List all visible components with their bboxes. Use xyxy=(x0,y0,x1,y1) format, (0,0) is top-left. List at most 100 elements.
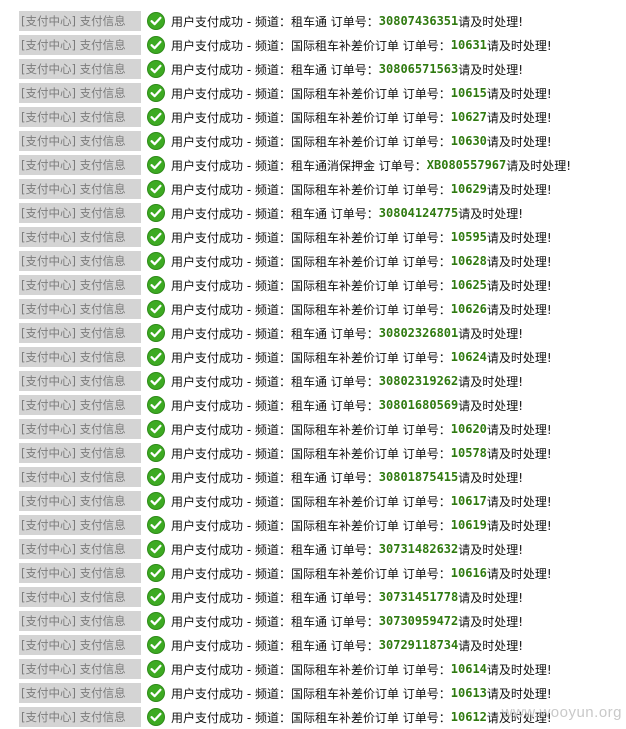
source-tag: [支付中心] 支付信息 xyxy=(19,707,141,727)
notification-suffix: 请及时处理! xyxy=(486,182,552,197)
notification-suffix: 请及时处理! xyxy=(486,446,552,461)
order-number: 30731482632 xyxy=(378,542,459,556)
notification-row: [支付中心] 支付信息 用户支付成功 - 频道：租车通 订单号： 307314826… xyxy=(0,537,626,561)
success-check-icon xyxy=(147,348,165,366)
order-number: 30801680569 xyxy=(378,398,459,412)
notification-suffix: 请及时处理! xyxy=(486,230,552,245)
success-check-icon xyxy=(147,708,165,726)
notification-message: 用户支付成功 - 频道：国际租车补差价订单 订单号： xyxy=(171,134,451,149)
order-number: 10628 xyxy=(450,254,487,268)
source-tag: [支付中心] 支付信息 xyxy=(19,587,141,607)
order-number: 10595 xyxy=(450,230,487,244)
notification-row: [支付中心] 支付信息 用户支付成功 - 频道：国际租车补差价订单 订单号： 106… xyxy=(0,177,626,201)
notification-message: 用户支付成功 - 频道：国际租车补差价订单 订单号： xyxy=(171,254,451,269)
success-check-icon xyxy=(147,444,165,462)
notification-row: [支付中心] 支付信息 用户支付成功 - 频道：租车通 订单号： 308041247… xyxy=(0,201,626,225)
source-tag: [支付中心] 支付信息 xyxy=(19,323,141,343)
order-number: 10615 xyxy=(450,86,487,100)
notification-row: [支付中心] 支付信息 用户支付成功 - 频道：租车通 订单号： 308016805… xyxy=(0,393,626,417)
notification-suffix: 请及时处理! xyxy=(458,542,524,557)
success-check-icon xyxy=(147,588,165,606)
source-tag: [支付中心] 支付信息 xyxy=(19,515,141,535)
source-tag: [支付中心] 支付信息 xyxy=(19,131,141,151)
success-check-icon xyxy=(147,132,165,150)
source-tag: [支付中心] 支付信息 xyxy=(19,107,141,127)
notification-message: 用户支付成功 - 频道：国际租车补差价订单 订单号： xyxy=(171,38,451,53)
order-number: 10629 xyxy=(450,182,487,196)
order-number: 10625 xyxy=(450,278,487,292)
notification-row: [支付中心] 支付信息 用户支付成功 - 频道：租车通 订单号： 308018754… xyxy=(0,465,626,489)
success-check-icon xyxy=(147,252,165,270)
notification-message: 用户支付成功 - 频道：国际租车补差价订单 订单号： xyxy=(171,350,451,365)
success-check-icon xyxy=(147,420,165,438)
order-number: 30802319262 xyxy=(378,374,459,388)
source-tag: [支付中心] 支付信息 xyxy=(19,467,141,487)
notification-message: 用户支付成功 - 频道：租车通 订单号： xyxy=(171,614,379,629)
notification-suffix: 请及时处理! xyxy=(458,470,524,485)
source-tag: [支付中心] 支付信息 xyxy=(19,203,141,223)
notification-suffix: 请及时处理! xyxy=(486,134,552,149)
notification-suffix: 请及时处理! xyxy=(486,566,552,581)
success-check-icon xyxy=(147,516,165,534)
success-check-icon xyxy=(147,396,165,414)
notification-message: 用户支付成功 - 频道：国际租车补差价订单 订单号： xyxy=(171,566,451,581)
notification-message: 用户支付成功 - 频道：国际租车补差价订单 订单号： xyxy=(171,518,451,533)
order-number: 10631 xyxy=(450,38,487,52)
notification-suffix: 请及时处理! xyxy=(486,662,552,677)
notification-message: 用户支付成功 - 频道：国际租车补差价订单 订单号： xyxy=(171,302,451,317)
success-check-icon xyxy=(147,372,165,390)
notification-message: 用户支付成功 - 频道：租车通 订单号： xyxy=(171,62,379,77)
source-tag: [支付中心] 支付信息 xyxy=(19,227,141,247)
notification-message: 用户支付成功 - 频道：国际租车补差价订单 订单号： xyxy=(171,686,451,701)
success-check-icon xyxy=(147,684,165,702)
notification-message: 用户支付成功 - 频道：租车通 订单号： xyxy=(171,206,379,221)
order-number: 30807436351 xyxy=(378,14,459,28)
notification-message: 用户支付成功 - 频道：国际租车补差价订单 订单号： xyxy=(171,86,451,101)
order-number: XB080557967 xyxy=(426,158,507,172)
notification-message: 用户支付成功 - 频道：租车通 订单号： xyxy=(171,398,379,413)
notification-message: 用户支付成功 - 频道：租车通 订单号： xyxy=(171,14,379,29)
order-number: 10624 xyxy=(450,350,487,364)
notification-row: [支付中心] 支付信息 用户支付成功 - 频道：租车通 订单号： 307291187… xyxy=(0,633,626,657)
source-tag: [支付中心] 支付信息 xyxy=(19,371,141,391)
source-tag: [支付中心] 支付信息 xyxy=(19,539,141,559)
order-number: 10630 xyxy=(450,134,487,148)
source-tag: [支付中心] 支付信息 xyxy=(19,611,141,631)
notification-row: [支付中心] 支付信息 用户支付成功 - 频道：国际租车补差价订单 订单号： 106… xyxy=(0,81,626,105)
success-check-icon xyxy=(147,108,165,126)
notification-message: 用户支付成功 - 频道：国际租车补差价订单 订单号： xyxy=(171,446,451,461)
order-number: 30729118734 xyxy=(378,638,459,652)
success-check-icon xyxy=(147,60,165,78)
success-check-icon xyxy=(147,12,165,30)
order-number: 10616 xyxy=(450,566,487,580)
order-number: 30730959472 xyxy=(378,614,459,628)
source-tag: [支付中心] 支付信息 xyxy=(19,395,141,415)
success-check-icon xyxy=(147,468,165,486)
success-check-icon xyxy=(147,204,165,222)
notification-row: [支付中心] 支付信息 用户支付成功 - 频道：国际租车补差价订单 订单号： 106… xyxy=(0,345,626,369)
source-tag: [支付中心] 支付信息 xyxy=(19,11,141,31)
source-tag: [支付中心] 支付信息 xyxy=(19,563,141,583)
notification-suffix: 请及时处理! xyxy=(458,638,524,653)
notification-suffix: 请及时处理! xyxy=(458,14,524,29)
order-number: 30801875415 xyxy=(378,470,459,484)
source-tag: [支付中心] 支付信息 xyxy=(19,59,141,79)
notification-suffix: 请及时处理! xyxy=(506,158,572,173)
order-number: 30731451778 xyxy=(378,590,459,604)
source-tag: [支付中心] 支付信息 xyxy=(19,659,141,679)
notification-suffix: 请及时处理! xyxy=(458,590,524,605)
notification-row: [支付中心] 支付信息 用户支付成功 - 频道：国际租车补差价订单 订单号： 106… xyxy=(0,681,626,705)
watermark: www.wooyun.org xyxy=(501,704,622,721)
order-number: 30802326801 xyxy=(378,326,459,340)
notification-suffix: 请及时处理! xyxy=(486,86,552,101)
notification-suffix: 请及时处理! xyxy=(486,422,552,437)
payment-notification-list: [支付中心] 支付信息 用户支付成功 - 频道：租车通 订单号： 308074363… xyxy=(0,9,626,729)
order-number: 10612 xyxy=(450,710,487,724)
notification-suffix: 请及时处理! xyxy=(486,494,552,509)
order-number: 10613 xyxy=(450,686,487,700)
notification-row: [支付中心] 支付信息 用户支付成功 - 频道：国际租车补差价订单 订单号： 105… xyxy=(0,441,626,465)
notification-suffix: 请及时处理! xyxy=(486,278,552,293)
notification-message: 用户支付成功 - 频道：租车通 订单号： xyxy=(171,590,379,605)
notification-message: 用户支付成功 - 频道：国际租车补差价订单 订单号： xyxy=(171,278,451,293)
source-tag: [支付中心] 支付信息 xyxy=(19,155,141,175)
